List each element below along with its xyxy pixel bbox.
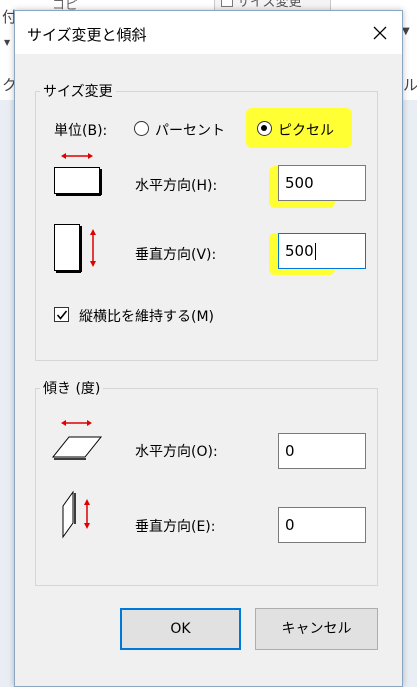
vertical-resize-label: 垂直方向(V): bbox=[135, 247, 217, 263]
vertical-skew-label: 垂直方向(E): bbox=[135, 519, 216, 535]
vertical-resize-value: 500 bbox=[285, 242, 314, 260]
horizontal-skew-label: 水平方向(O): bbox=[135, 444, 218, 460]
keep-ratio-checkbox[interactable] bbox=[54, 307, 69, 322]
close-icon bbox=[373, 26, 387, 40]
horizontal-resize-input[interactable]: 500 bbox=[278, 165, 366, 201]
percent-radio-label[interactable]: パーセント bbox=[155, 120, 225, 140]
vertical-resize-icon bbox=[54, 224, 96, 273]
close-button[interactable] bbox=[366, 19, 394, 47]
horizontal-resize-value: 500 bbox=[285, 174, 314, 192]
ok-button[interactable]: OK bbox=[120, 608, 241, 650]
resize-icon bbox=[221, 0, 233, 7]
scroll-arrow-icon: ▼ bbox=[402, 26, 410, 37]
checkmark-icon bbox=[56, 310, 68, 320]
resize-skew-dialog: サイズ変更と傾斜 サイズ変更 単位(B): パーセント ピクセル 水平方向(H)… bbox=[14, 10, 403, 687]
keep-ratio-label[interactable]: 縦横比を維持する(M) bbox=[79, 306, 214, 326]
unit-label: 単位(B): bbox=[54, 123, 108, 139]
pixel-radio[interactable] bbox=[257, 121, 272, 136]
pixel-radio-label[interactable]: ピクセル bbox=[278, 120, 334, 140]
percent-radio[interactable] bbox=[134, 121, 149, 136]
dropdown-icon: ▼ bbox=[4, 38, 11, 47]
skew-group-title: 傾き (度) bbox=[40, 378, 104, 398]
horizontal-skew-input[interactable]: 0 bbox=[278, 433, 366, 469]
horizontal-resize-label: 水平方向(H): bbox=[135, 178, 218, 194]
title-bar: サイズ変更と傾斜 bbox=[15, 11, 402, 54]
cancel-button[interactable]: キャンセル bbox=[255, 608, 378, 650]
horizontal-resize-icon bbox=[54, 153, 102, 196]
vertical-skew-icon bbox=[62, 490, 90, 539]
horizontal-skew-icon bbox=[51, 420, 103, 460]
vertical-skew-input[interactable]: 0 bbox=[278, 507, 366, 543]
resize-group-title: サイズ変更 bbox=[40, 81, 116, 101]
vertical-resize-input[interactable]: 500 bbox=[278, 233, 366, 269]
text-caret bbox=[314, 243, 316, 260]
horizontal-skew-value: 0 bbox=[285, 442, 295, 460]
dialog-title: サイズ変更と傾斜 bbox=[27, 26, 147, 44]
background-button-label: サイズ変更 bbox=[237, 0, 302, 10]
vertical-skew-value: 0 bbox=[285, 516, 295, 534]
background-text: ル bbox=[403, 76, 417, 94]
